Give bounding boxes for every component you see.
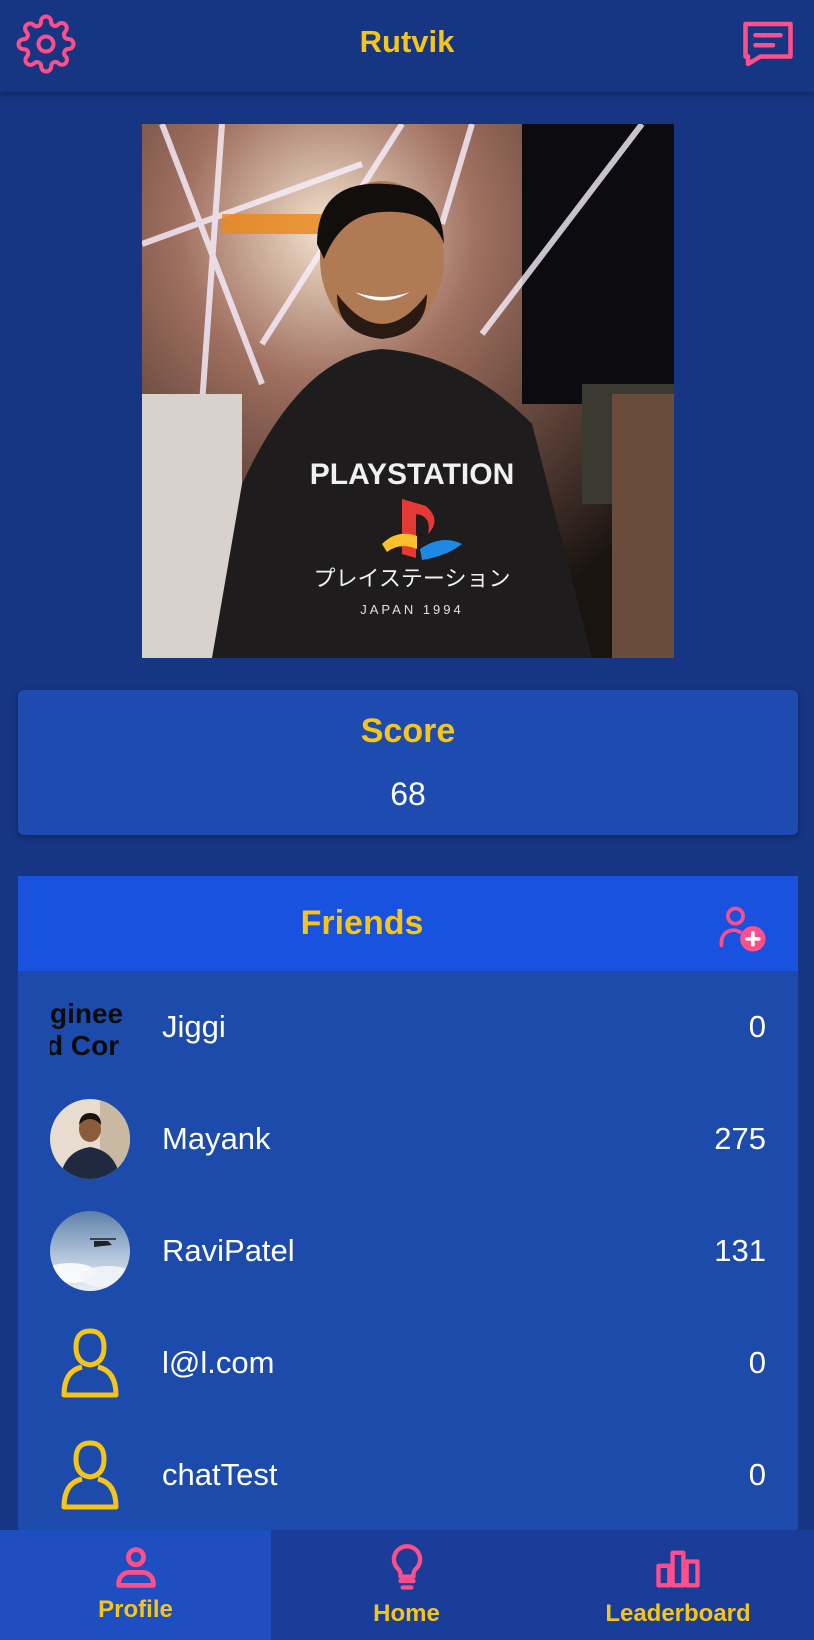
- profile-photo[interactable]: PLAYSTATION プレイステーション JAPAN 1994: [142, 124, 674, 658]
- nav-tab-home[interactable]: Home: [271, 1530, 542, 1640]
- chat-icon[interactable]: [738, 14, 798, 74]
- nav-tab-leaderboard[interactable]: Leaderboard: [542, 1530, 814, 1640]
- profile-photo-image: PLAYSTATION プレイステーション JAPAN 1994: [142, 124, 674, 658]
- friends-title: Friends: [300, 904, 424, 942]
- bar-chart-icon: [656, 1550, 700, 1588]
- friend-row-ravipatel[interactable]: RaviPatel 131: [18, 1195, 798, 1307]
- friends-header: Friends: [18, 876, 798, 971]
- avatar: [50, 1435, 130, 1515]
- text-logo-avatar: ginee d Cor: [50, 998, 123, 1061]
- friend-score: 0: [748, 1345, 766, 1380]
- friend-row-l-at-l[interactable]: l@l.com 0: [18, 1307, 798, 1419]
- friends-panel: Friends ginee d Cor Jiggi 0 Mayank 275 R…: [18, 876, 798, 1532]
- add-friend-icon[interactable]: [716, 902, 768, 954]
- app-header: Rutvik: [0, 0, 814, 92]
- nav-label-home: Home: [373, 1600, 440, 1627]
- friend-score: 0: [748, 1457, 766, 1492]
- hoodie-brand-text: PLAYSTATION: [310, 458, 514, 491]
- hoodie-subtext: JAPAN 1994: [360, 602, 463, 617]
- avatar-logo-text-1: ginee: [50, 998, 123, 1029]
- avatar: ginee d Cor: [50, 987, 130, 1067]
- avatar: [50, 1099, 130, 1179]
- nav-label-profile: Profile: [98, 1596, 173, 1623]
- friend-row-chattest[interactable]: chatTest 0: [18, 1419, 798, 1531]
- nav-label-leaderboard: Leaderboard: [605, 1600, 751, 1627]
- friend-row-mayank[interactable]: Mayank 275: [18, 1083, 798, 1195]
- hoodie-japanese-text: プレイステーション: [314, 567, 511, 592]
- lightbulb-icon: [391, 1544, 422, 1590]
- friend-name: Jiggi: [162, 1009, 226, 1044]
- person-icon: [115, 1547, 156, 1588]
- page-title: Rutvik: [359, 24, 455, 59]
- avatar: [50, 1323, 130, 1403]
- bottom-nav: Profile Home Leaderboard: [0, 1530, 814, 1640]
- friend-score: 275: [714, 1121, 766, 1156]
- avatar-logo-text-2: d Cor: [50, 1030, 119, 1061]
- friend-name: Mayank: [162, 1121, 271, 1156]
- default-user-icon: [61, 1440, 119, 1510]
- avatar: [50, 1211, 130, 1291]
- friend-name: l@l.com: [162, 1345, 275, 1380]
- friend-score: 131: [714, 1233, 766, 1268]
- friend-name: RaviPatel: [162, 1233, 295, 1268]
- sky-photo-avatar: [50, 1211, 130, 1291]
- friend-score: 0: [748, 1009, 766, 1044]
- default-user-icon: [61, 1328, 119, 1398]
- person-photo-avatar: [50, 1099, 130, 1179]
- nav-tab-profile[interactable]: Profile: [0, 1530, 271, 1640]
- score-card: Score 68: [18, 690, 798, 835]
- score-label: Score: [360, 712, 456, 750]
- score-value: 68: [390, 776, 426, 812]
- friend-row-jiggi[interactable]: ginee d Cor Jiggi 0: [18, 971, 798, 1083]
- friend-name: chatTest: [162, 1457, 278, 1492]
